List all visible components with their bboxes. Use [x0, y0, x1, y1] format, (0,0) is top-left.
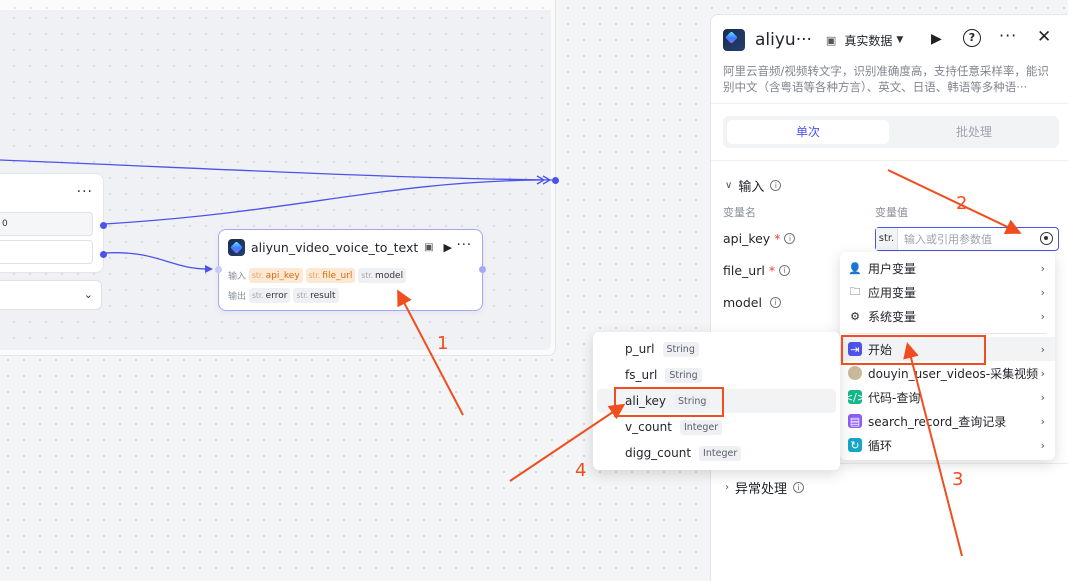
field-item-p-url[interactable]: p_url String	[597, 337, 836, 361]
info-icon[interactable]: i	[779, 265, 791, 276]
output-handle[interactable]	[100, 251, 107, 258]
col-value-header: 变量值	[875, 206, 908, 219]
plugin-cube-icon	[723, 29, 745, 51]
prev-node-select[interactable]: ⌄	[0, 280, 102, 310]
data-mode-select[interactable]: 真实数据	[844, 32, 892, 49]
help-icon[interactable]: ?	[963, 29, 981, 47]
node-outputs-row: 输出 str. error str. result	[228, 288, 339, 303]
chevron-right-icon: ›	[1040, 438, 1045, 452]
reference-picker-icon[interactable]	[1040, 232, 1053, 245]
chevron-right-icon: ›	[1040, 366, 1045, 380]
field-item-v-count[interactable]: v_count Integer	[597, 415, 836, 439]
field-item-digg-count[interactable]: digg_count Integer	[597, 441, 836, 465]
field-item-fs-url[interactable]: fs_url String	[597, 363, 836, 387]
info-icon[interactable]: i	[770, 180, 782, 191]
chevron-right-icon: ›	[1040, 342, 1045, 356]
menu-item-loop-node[interactable]: ↻ 循环 ›	[840, 433, 1055, 457]
value-type-tag: str.	[876, 228, 898, 250]
more-icon[interactable]: ···	[457, 238, 472, 253]
var-model: model i	[723, 295, 781, 310]
more-icon[interactable]: ···	[999, 26, 1017, 45]
api-key-value-field[interactable]: str.	[875, 227, 1059, 251]
loop-icon: ↻	[848, 438, 862, 452]
output-chip: str. result	[293, 288, 339, 303]
annotation-box-start	[841, 335, 986, 365]
close-icon[interactable]: ✕	[1037, 27, 1051, 47]
var-file-url: file_url * i	[723, 263, 791, 278]
prev-node-field-1[interactable]: 0	[0, 212, 93, 236]
run-mode-tabs: 单次 批处理	[723, 116, 1059, 148]
menu-item-user-vars[interactable]: 👤 用户变量 ›	[840, 256, 1055, 280]
menu-divider	[848, 333, 1047, 334]
folder-icon: 🗀	[849, 284, 861, 298]
chevron-right-icon: ›	[1040, 261, 1045, 275]
plugin-description: 阿里云音频/视频转文字，识别准确度高，支持任意采样率，能识别中文（含粤语等各种方…	[723, 64, 1049, 94]
input-chip: str. model	[358, 268, 407, 283]
input-handle[interactable]	[215, 266, 222, 273]
node-inputs-row: 输入 str. api_key str. file_url str. model	[228, 268, 407, 283]
panel-title: aliyu···	[755, 30, 812, 50]
inputs-label: 输入	[228, 272, 247, 282]
input-chip: str. file_url	[305, 268, 356, 283]
play-icon[interactable]: ▶	[931, 31, 942, 47]
output-handle[interactable]	[100, 222, 107, 229]
tab-batch[interactable]: 批处理	[893, 120, 1055, 144]
aliyun-plugin-node[interactable]: aliyun_video_voice_to_text ▣ ▶ ··· 输入 st…	[215, 229, 486, 311]
database-icon: ▤	[848, 414, 862, 428]
menu-item-code-node[interactable]: </> 代码-查询 ›	[840, 385, 1055, 409]
annotation-number-3: 3	[952, 469, 964, 490]
var-api-key: api_key * i	[723, 231, 796, 246]
api-key-input[interactable]	[904, 231, 1034, 247]
col-name-header: 变量名	[723, 206, 756, 219]
info-icon[interactable]: i	[784, 233, 796, 244]
chevron-right-icon: ›	[1040, 414, 1045, 428]
annotation-box-ali-key	[614, 387, 724, 417]
save-icon: ▣	[825, 33, 837, 47]
save-icon: ▣	[424, 242, 434, 253]
code-icon: </>	[843, 390, 867, 404]
gear-icon: ⚙	[850, 309, 860, 323]
previous-node[interactable]: ··· 0	[0, 173, 107, 273]
info-icon[interactable]: i	[769, 297, 781, 308]
input-chip: str. api_key	[249, 268, 303, 283]
tab-single[interactable]: 单次	[727, 120, 889, 144]
error-section-title: 异常处理	[735, 482, 788, 497]
menu-item-app-vars[interactable]: 🗀 应用变量 ›	[840, 280, 1055, 304]
input-section-header[interactable]: ∨ 输入 i	[725, 176, 782, 195]
menu-item-system-vars[interactable]: ⚙ 系统变量 ›	[840, 304, 1055, 328]
error-section-header[interactable]: › 异常处理 i	[725, 478, 805, 497]
more-icon[interactable]: ···	[77, 184, 93, 200]
info-icon[interactable]: i	[793, 482, 805, 493]
divider	[711, 160, 1068, 161]
outputs-label: 输出	[228, 292, 247, 302]
chevron-down-icon: ⌄	[83, 288, 93, 301]
avatar-icon	[848, 366, 862, 380]
chevron-right-icon[interactable]: ›	[725, 482, 729, 493]
caret-down-icon[interactable]: ▼	[896, 35, 903, 45]
output-chip: str. error	[249, 288, 291, 303]
output-handle[interactable]	[479, 266, 486, 273]
prev-node-field-2[interactable]	[0, 240, 93, 264]
chevron-right-icon: ›	[1040, 309, 1045, 323]
annotation-number-2: 2	[956, 193, 968, 214]
play-icon[interactable]: ▶	[444, 241, 452, 254]
input-section-title: 输入	[738, 180, 765, 195]
node-title: aliyun_video_voice_to_text	[251, 240, 419, 255]
divider	[711, 103, 1068, 104]
chevron-right-icon: ›	[1040, 285, 1045, 299]
chevron-right-icon: ›	[1040, 390, 1045, 404]
user-icon: 👤	[848, 261, 862, 275]
annotation-number-1: 1	[437, 333, 449, 354]
annotation-number-4: 4	[575, 460, 587, 481]
plugin-cube-icon	[228, 239, 245, 256]
menu-item-search-record-node[interactable]: ▤ search_record_查询记录 ›	[840, 409, 1055, 433]
chevron-down-icon[interactable]: ∨	[725, 180, 732, 191]
end-handle[interactable]	[552, 177, 559, 184]
